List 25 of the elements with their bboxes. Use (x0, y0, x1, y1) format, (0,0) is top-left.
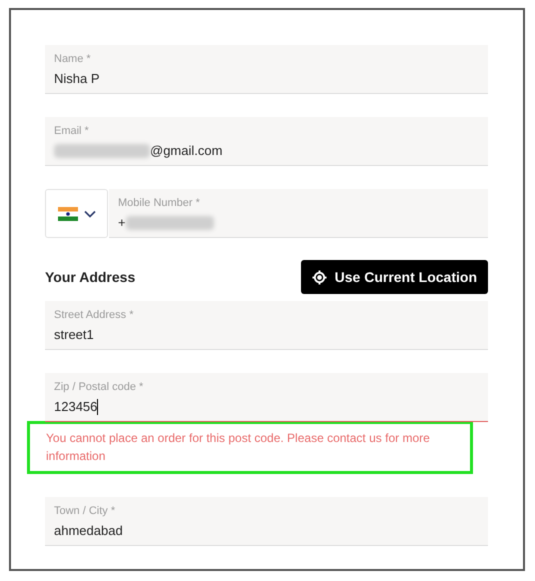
field-value: + (118, 214, 126, 232)
input-field[interactable]: Mobile Number * + (109, 189, 488, 238)
field-label: Name * (54, 52, 91, 67)
input-field[interactable]: Email * @gmail.com (45, 117, 488, 166)
chevron-down-icon (84, 210, 96, 218)
field-value: 123456 (54, 398, 98, 416)
input-field[interactable]: Town / City * ahmedabad (45, 497, 488, 546)
field-label: Email * (54, 124, 89, 139)
country-code-dropdown[interactable] (45, 189, 108, 238)
use-current-location-button[interactable]: Use Current Location (300, 260, 488, 294)
input-field[interactable]: Name * Nisha P (45, 45, 488, 94)
section-heading: Your Address (45, 268, 136, 286)
field-label: Street Address * (54, 308, 134, 323)
input-field[interactable]: Zip / Postal code * 123456 (45, 373, 488, 422)
field-label: Mobile Number * (118, 196, 200, 211)
field-label: Zip / Postal code * (54, 380, 144, 395)
input-field[interactable]: Street Address * street1 (45, 301, 488, 350)
field-value: street1 (54, 326, 94, 344)
error-message: You cannot place an order for this post code. Please contact us for more information (46, 430, 431, 465)
field-value: @gmail.com (150, 142, 222, 160)
crosshair-icon (312, 270, 327, 284)
india-flag-icon (58, 206, 78, 220)
field-label: Town / City * (54, 504, 116, 519)
field-value: Nisha P (54, 70, 100, 88)
field-value: ahmedabad (54, 522, 123, 540)
